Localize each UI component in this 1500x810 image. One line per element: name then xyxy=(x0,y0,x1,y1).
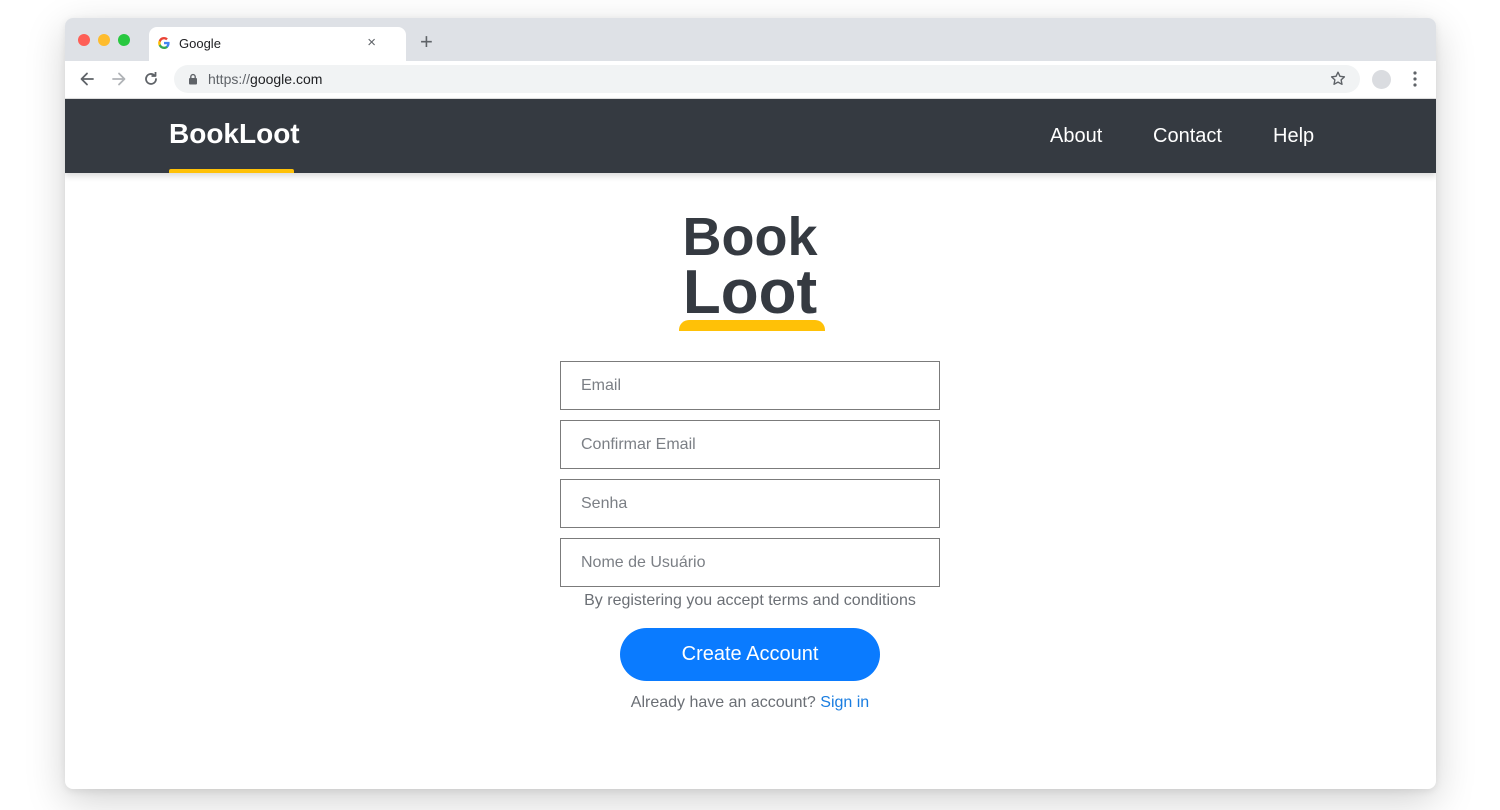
signin-prompt: Already have an account? Sign in xyxy=(500,694,1000,712)
site-header: BookLoot About Contact Help xyxy=(65,99,1436,173)
logo-accent-bar xyxy=(679,320,825,331)
lock-icon xyxy=(189,73,197,85)
brand-underline xyxy=(169,169,294,173)
google-g-icon xyxy=(158,36,170,49)
reload-button[interactable] xyxy=(141,69,161,89)
back-button[interactable] xyxy=(77,69,97,89)
nav-about-link[interactable]: About xyxy=(1050,124,1102,148)
create-account-button[interactable]: Create Account xyxy=(620,628,880,681)
email-field[interactable] xyxy=(560,361,940,410)
password-field[interactable] xyxy=(560,479,940,528)
maximize-window-button[interactable] xyxy=(118,34,130,46)
terms-text: By registering you accept terms and cond… xyxy=(584,592,916,609)
url-host: google.com xyxy=(250,71,323,87)
forward-button[interactable] xyxy=(109,69,129,89)
new-tab-button[interactable]: + xyxy=(420,31,433,53)
brand-logo-link[interactable]: BookLoot xyxy=(169,117,300,151)
url-scheme: https:// xyxy=(208,71,251,87)
star-icon[interactable] xyxy=(1329,70,1347,88)
minimize-window-button[interactable] xyxy=(98,34,110,46)
address-bar[interactable]: https://google.com xyxy=(174,65,1360,93)
browser-toolbar: https://google.com xyxy=(65,61,1436,99)
confirm-email-field[interactable] xyxy=(560,420,940,469)
tab-close-icon[interactable]: × xyxy=(367,35,376,51)
browser-window: Google × + https://google.com BookLoot A… xyxy=(65,18,1436,789)
tab-title: Google xyxy=(179,36,221,51)
avatar[interactable] xyxy=(1372,70,1391,89)
sign-in-link[interactable]: Sign in xyxy=(820,694,869,711)
nav-contact-link[interactable]: Contact xyxy=(1153,124,1222,148)
kebab-menu-icon[interactable] xyxy=(1408,70,1422,88)
signin-prompt-text: Already have an account? xyxy=(630,694,816,711)
tab-strip: Google × + xyxy=(65,18,1436,61)
tab-google[interactable]: Google × xyxy=(149,27,406,61)
username-field[interactable] xyxy=(560,538,940,587)
url-text: https://google.com xyxy=(208,71,322,87)
close-window-button[interactable] xyxy=(78,34,90,46)
logo-line-loot: Loot xyxy=(682,258,818,327)
nav-help-link[interactable]: Help xyxy=(1273,124,1314,148)
